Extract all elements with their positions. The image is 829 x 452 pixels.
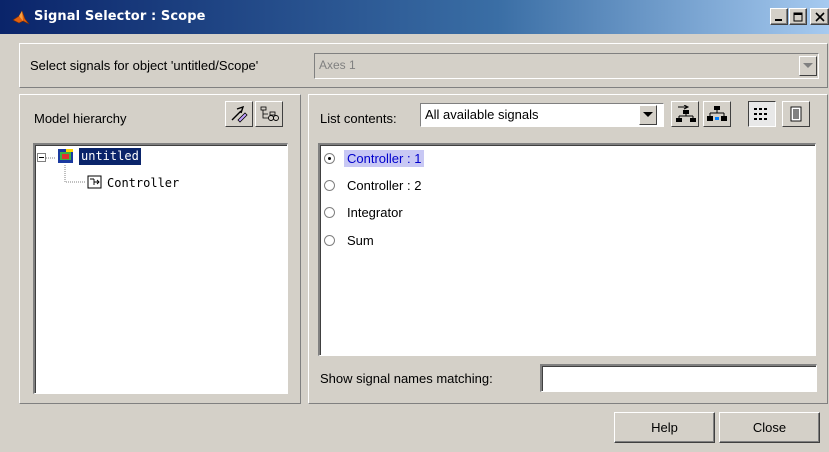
- chevron-down-icon: [643, 112, 653, 117]
- signal-row[interactable]: Sum: [324, 230, 377, 250]
- list-contents-dropdown[interactable]: All available signals: [420, 103, 664, 127]
- chevron-down-icon: [803, 63, 813, 68]
- pencil-arrow-icon: [231, 105, 248, 123]
- tree-options-button[interactable]: [255, 101, 283, 127]
- highlight-block-button[interactable]: [225, 101, 253, 127]
- collapse-all-button[interactable]: [703, 101, 731, 127]
- object-select-label: Select signals for object 'untitled/Scop…: [30, 58, 259, 73]
- list-contents-label: List contents:: [320, 111, 397, 126]
- expand-hierarchy-icon: [676, 105, 696, 122]
- signal-row[interactable]: Controller : 2: [324, 175, 424, 195]
- detail-view-icon: [790, 106, 802, 122]
- minimize-button[interactable]: [770, 8, 788, 25]
- expand-all-button[interactable]: [671, 101, 699, 127]
- list-contents-value: All available signals: [425, 107, 539, 122]
- close-button[interactable]: Close: [719, 412, 820, 443]
- signal-list[interactable]: Controller : 1 Controller : 2 Integrator…: [318, 143, 816, 356]
- close-window-button[interactable]: [810, 8, 829, 25]
- signal-row[interactable]: Integrator: [324, 202, 406, 222]
- tree-item-controller[interactable]: Controller: [107, 175, 179, 192]
- collapse-hierarchy-icon: [707, 106, 727, 121]
- axes-dropdown-button[interactable]: [799, 56, 817, 76]
- model-tree[interactable]: untitled Controller: [33, 143, 288, 394]
- signal-filter-input[interactable]: [540, 364, 817, 392]
- close-icon: [814, 11, 825, 22]
- minimize-icon: [775, 18, 782, 21]
- signal-row[interactable]: Controller : 1: [324, 148, 425, 168]
- subsystem-block-icon: [87, 175, 102, 189]
- help-button[interactable]: Help: [614, 412, 715, 443]
- collapse-icon[interactable]: [37, 153, 46, 162]
- tree-connector: [64, 165, 85, 183]
- simulink-model-icon: [58, 149, 73, 163]
- signal-radio[interactable]: [324, 234, 335, 246]
- list-view-button[interactable]: [748, 101, 776, 127]
- maximize-button[interactable]: [789, 8, 807, 25]
- tree-connector: [46, 157, 56, 159]
- signal-label: Controller : 1: [344, 149, 425, 167]
- window-title: Signal Selector : Scope: [34, 9, 206, 24]
- signal-label: Integrator: [347, 204, 403, 220]
- signal-label: Sum: [347, 232, 374, 248]
- signal-radio[interactable]: [324, 206, 335, 218]
- detail-view-button[interactable]: [782, 101, 810, 127]
- maximize-icon: [793, 12, 803, 21]
- hierarchy-options-icon: [260, 106, 279, 121]
- matlab-logo-icon: [12, 10, 30, 25]
- list-view-icon: [754, 108, 767, 120]
- list-contents-dropdown-button[interactable]: [639, 105, 657, 125]
- signal-label: Controller : 2: [347, 177, 422, 193]
- axes-dropdown[interactable]: Axes 1: [314, 53, 819, 79]
- filter-label: Show signal names matching:: [320, 371, 493, 386]
- signal-radio-checked[interactable]: [324, 152, 335, 164]
- signal-radio[interactable]: [324, 179, 335, 191]
- tree-item-untitled[interactable]: untitled: [79, 148, 141, 165]
- axes-dropdown-value: Axes 1: [319, 58, 356, 72]
- model-hierarchy-label: Model hierarchy: [34, 111, 127, 126]
